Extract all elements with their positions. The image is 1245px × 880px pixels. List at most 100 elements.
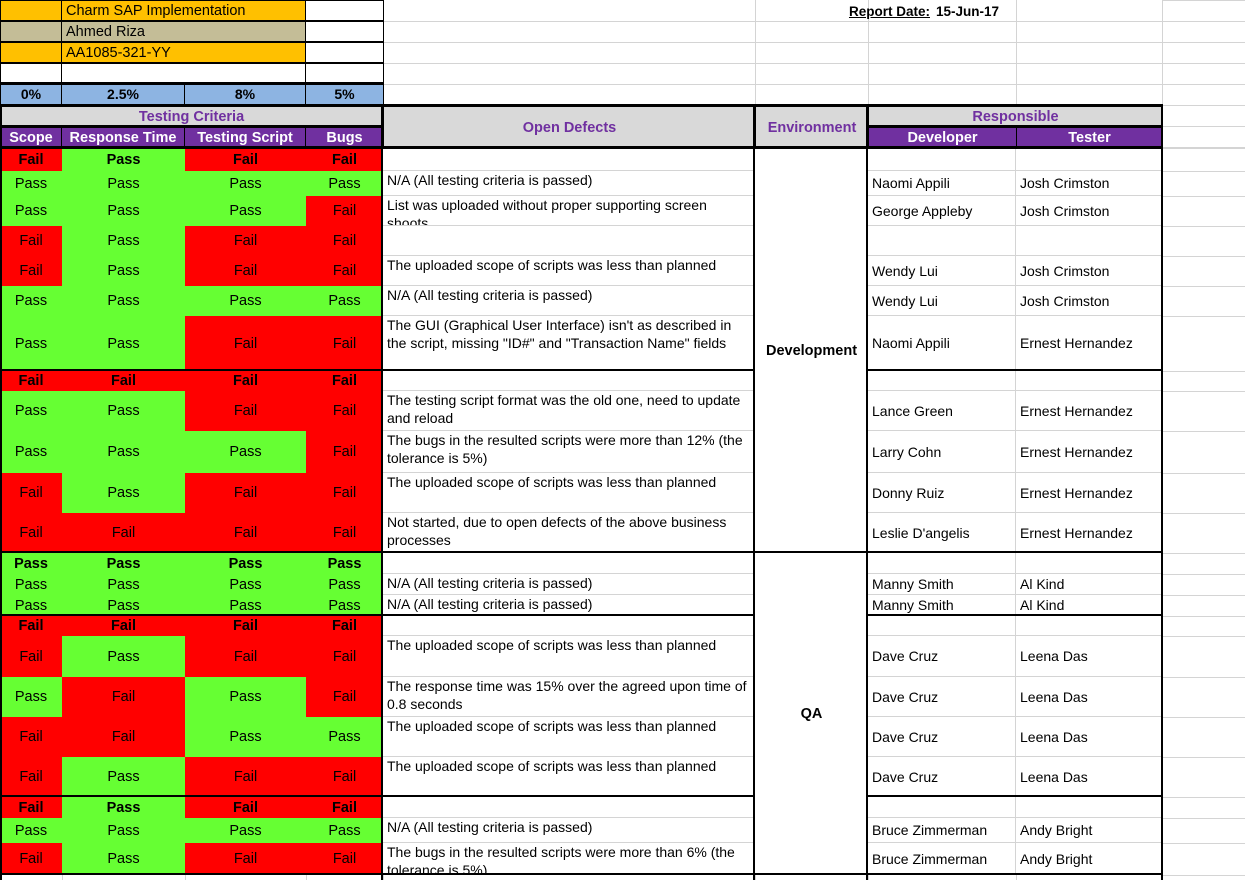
cell-response-time-row-3: Pass [62, 226, 185, 256]
cell-tester-row-0 [1016, 148, 1162, 171]
cell-tester-row-4: Josh Crimston [1016, 256, 1162, 286]
grid-line-h [1162, 636, 1245, 637]
cell-tester-row-5: Josh Crimston [1016, 286, 1162, 316]
cell-tester-row-2: Josh Crimston [1016, 196, 1162, 226]
grid-line-h [1162, 316, 1245, 317]
cell-response-time-row-18: Fail [62, 717, 185, 757]
cell-testing-script-row-19: Fail [185, 757, 306, 797]
cell-tester-row-20 [1016, 797, 1162, 818]
border-h [868, 795, 1163, 797]
cell-tester-row-22: Andy Bright [1016, 843, 1162, 875]
cell-bugs-row-21: Pass [306, 818, 383, 843]
cell-response-time-row-13: Pass [62, 574, 185, 595]
cell-open-defect-row-8: The testing script format was the old on… [383, 391, 755, 431]
cell-response-time-row-6: Pass [62, 316, 185, 371]
cell-scope-row-21: Pass [0, 818, 62, 843]
cell-scope-row-1: Pass [0, 171, 62, 196]
cell-tester-row-15 [1016, 616, 1162, 636]
cell-developer-row-17: Dave Cruz [868, 677, 1016, 717]
grid-line-h [1162, 574, 1245, 575]
cell-open-defect-row-7 [383, 371, 755, 391]
cell-developer-row-15 [868, 616, 1016, 636]
grid-line-h [1162, 717, 1245, 718]
project-blank-b [61, 63, 306, 84]
cell-open-defect-row-16: The uploaded scope of scripts was less t… [383, 636, 755, 677]
project-row-swatch-1 [0, 21, 62, 42]
grid-line-h [1162, 843, 1245, 844]
cell-testing-script-row-6: Fail [185, 316, 306, 371]
border-h [0, 551, 383, 553]
cell-tester-row-6: Ernest Hernandez [1016, 316, 1162, 371]
cell-bugs-row-18: Pass [306, 717, 383, 757]
cell-bugs-row-7: Fail [306, 371, 383, 391]
tolerance-testing-script: 8% [184, 84, 306, 106]
cell-response-time-row-1: Pass [62, 171, 185, 196]
border-h [383, 614, 755, 616]
project-owner: Ahmed Riza [61, 21, 306, 42]
project-row-blank-0 [305, 0, 384, 21]
cell-response-time-row-14: Pass [62, 595, 185, 616]
cell-open-defect-row-21: N/A (All testing criteria is passed) [383, 818, 755, 843]
cell-open-defect-row-17: The response time was 15% over the agree… [383, 677, 755, 717]
border-h [0, 369, 383, 371]
cell-bugs-row-15: Fail [306, 616, 383, 636]
grid-line-h [1162, 616, 1245, 617]
border-h [0, 82, 384, 84]
border-h [868, 614, 1163, 616]
border-h [0, 795, 383, 797]
project-row-swatch-2 [0, 42, 62, 63]
cell-open-defect-row-14: N/A (All testing criteria is passed) [383, 595, 755, 616]
cell-scope-row-13: Pass [0, 574, 62, 595]
cell-developer-row-9: Larry Cohn [868, 431, 1016, 473]
border-h [868, 146, 1163, 148]
project-blank-c [305, 63, 384, 84]
cell-bugs-row-12: Pass [306, 553, 383, 574]
cell-developer-row-14: Manny Smith [868, 595, 1016, 616]
cell-developer-row-8: Lance Green [868, 391, 1016, 431]
border-h [868, 551, 1163, 553]
cell-tester-row-12 [1016, 553, 1162, 574]
cell-environment-1: QA [755, 553, 868, 875]
cell-scope-row-18: Fail [0, 717, 62, 757]
cell-bugs-row-13: Pass [306, 574, 383, 595]
cell-scope-row-7: Fail [0, 371, 62, 391]
grid-line-h [1162, 256, 1245, 257]
cell-developer-row-0 [868, 148, 1016, 171]
grid-line-h [1162, 63, 1245, 64]
grid-line-h [1162, 757, 1245, 758]
header-environment: Environment [755, 106, 869, 149]
border-h [0, 104, 1163, 106]
cell-scope-row-8: Pass [0, 391, 62, 431]
project-code: AA1085-321-YY [61, 42, 306, 63]
cell-scope-row-9: Pass [0, 431, 62, 473]
cell-scope-row-17: Pass [0, 677, 62, 717]
cell-open-defect-row-4: The uploaded scope of scripts was less t… [383, 256, 755, 286]
cell-testing-script-row-22: Fail [185, 843, 306, 875]
cell-scope-row-11: Fail [0, 513, 62, 553]
border-h [0, 873, 383, 875]
grid-line-h [1162, 513, 1245, 514]
cell-scope-row-12: Pass [0, 553, 62, 574]
cell-response-time-row-10: Pass [62, 473, 185, 513]
cell-scope-row-15: Fail [0, 616, 62, 636]
cell-developer-row-1: Naomi Appili [868, 171, 1016, 196]
cell-response-time-row-4: Pass [62, 256, 185, 286]
cell-open-defect-row-12 [383, 553, 755, 574]
cell-bugs-row-10: Fail [306, 473, 383, 513]
cell-bugs-row-11: Fail [306, 513, 383, 553]
header-open-defects: Open Defects [383, 106, 756, 149]
cell-testing-script-row-13: Pass [185, 574, 306, 595]
cell-open-defect-row-3 [383, 226, 755, 256]
cell-testing-script-row-17: Pass [185, 677, 306, 717]
grid-line-h [1162, 196, 1245, 197]
cell-bugs-row-14: Pass [306, 595, 383, 616]
grid-line-h [1162, 595, 1245, 596]
grid-line-h [1162, 126, 1245, 127]
cell-open-defect-row-5: N/A (All testing criteria is passed) [383, 286, 755, 316]
cell-tester-row-3 [1016, 226, 1162, 256]
cell-developer-row-12 [868, 553, 1016, 574]
tolerance-scope: 0% [0, 84, 62, 106]
grid-line-h [1162, 226, 1245, 227]
border-h [383, 369, 755, 371]
cell-testing-script-row-21: Pass [185, 818, 306, 843]
